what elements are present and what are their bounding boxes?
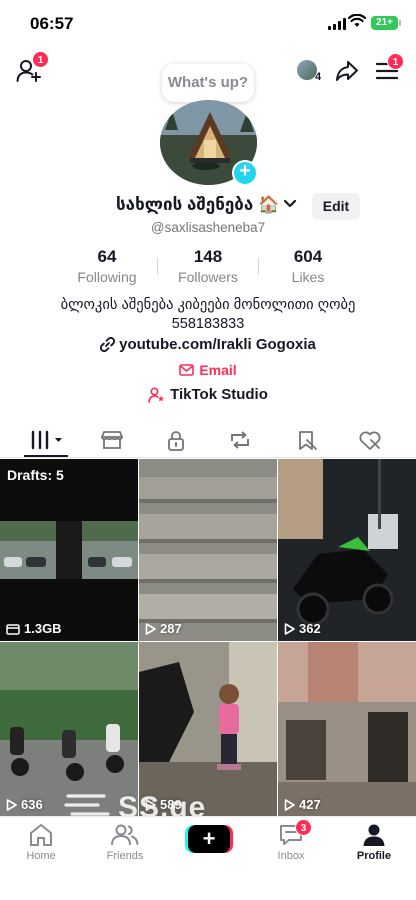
- profile-link[interactable]: youtube.com/Irakli Gogoxia: [0, 336, 416, 353]
- profile-link-text: youtube.com/Irakli Gogoxia: [119, 336, 316, 353]
- envelope-icon: [179, 364, 195, 376]
- followers-label: Followers: [178, 269, 238, 285]
- share-icon: [336, 61, 358, 81]
- play-icon: [284, 798, 295, 811]
- followers-stat[interactable]: 148 Followers: [158, 247, 258, 285]
- tab-favorites[interactable]: [287, 426, 327, 454]
- followers-count: 148: [193, 247, 223, 266]
- tiktok-studio-button[interactable]: TikTok Studio: [0, 386, 416, 403]
- share-profile-button[interactable]: [333, 58, 361, 84]
- tab-private[interactable]: [156, 426, 196, 454]
- play-icon: [145, 622, 156, 635]
- view-count: 362: [299, 621, 321, 636]
- nav-profile[interactable]: Profile: [339, 823, 409, 862]
- chevron-down-icon[interactable]: [283, 199, 297, 209]
- tab-shop[interactable]: [92, 426, 132, 454]
- video-views: 427: [284, 797, 321, 812]
- status-time: 06:57: [30, 14, 74, 33]
- tab-liked[interactable]: [350, 426, 390, 454]
- mini-avatar-count: 4: [315, 71, 322, 83]
- drafts-thumbnail: [0, 521, 138, 579]
- nav-inbox-label: Inbox: [277, 850, 305, 862]
- following-label: Following: [77, 269, 137, 285]
- likes-count: 604: [293, 247, 323, 266]
- nav-profile-label: Profile: [356, 850, 392, 862]
- video-stat: 1.3GB: [6, 621, 62, 636]
- battery-icon: 21+: [371, 16, 398, 30]
- storage-icon: [6, 623, 20, 635]
- inbox-badge: 3: [295, 819, 312, 836]
- lock-icon: [168, 430, 184, 451]
- likes-label: Likes: [291, 269, 325, 285]
- nav-home-label: Home: [26, 850, 56, 862]
- video-tile[interactable]: 362: [278, 459, 416, 641]
- video-tile[interactable]: 287: [139, 459, 277, 641]
- studio-label: TikTok Studio: [170, 386, 268, 403]
- grid-videos-icon: [31, 430, 62, 450]
- heart-hidden-icon: [359, 431, 381, 450]
- tab-reposts[interactable]: [220, 426, 260, 454]
- view-count: 636: [21, 797, 43, 812]
- content-tabs: [0, 420, 416, 458]
- link-icon: [100, 337, 116, 352]
- wifi-icon: [348, 14, 366, 27]
- nav-friends[interactable]: Friends: [90, 823, 160, 862]
- bottom-navigation: Home Friends + Inbox 3 Profile: [0, 816, 416, 900]
- play-icon: [6, 798, 17, 811]
- add-avatar-story-button[interactable]: +: [232, 160, 258, 186]
- profile-name[interactable]: სახლის აშენება 🏠: [116, 195, 279, 215]
- view-count: 287: [160, 621, 182, 636]
- stat-divider: [157, 258, 158, 274]
- profile-bio: ბლოკის აშენება კიბეები მონოლითი ღობე 558…: [0, 296, 416, 334]
- drafts-label: Drafts: 5: [7, 467, 64, 483]
- email-button[interactable]: Email: [0, 362, 416, 378]
- video-thumbnail-motorcycles: [278, 459, 416, 641]
- play-icon: [284, 622, 295, 635]
- drafts-size: 1.3GB: [24, 621, 62, 636]
- following-count: 64: [97, 247, 117, 266]
- bio-phone: 558183833: [171, 316, 245, 332]
- menu-badge: 1: [387, 53, 404, 70]
- stat-divider: [258, 258, 259, 274]
- tab-underline: [24, 455, 68, 457]
- video-thumbnail-stairs: [139, 459, 277, 641]
- home-icon: [30, 824, 52, 846]
- video-views: 362: [284, 621, 321, 636]
- create-video-button[interactable]: +: [188, 825, 230, 853]
- studio-person-icon: [148, 386, 165, 403]
- video-tile[interactable]: 427: [278, 642, 416, 817]
- nav-inbox[interactable]: Inbox: [256, 823, 326, 862]
- signal-icon: [328, 18, 346, 30]
- bio-line: ბლოკის აშენება კიბეები მონოლითი ღობე: [60, 297, 356, 313]
- edit-profile-button[interactable]: Edit: [312, 193, 360, 220]
- profile-stats: 64 Following 148 Followers 604 Likes: [0, 245, 416, 285]
- email-label: Email: [199, 362, 237, 378]
- shop-icon: [101, 431, 123, 449]
- view-count: 427: [299, 797, 321, 812]
- tab-videos[interactable]: [26, 426, 66, 454]
- video-thumbnail-building: [278, 642, 416, 817]
- video-views: 287: [145, 621, 182, 636]
- drafts-tile[interactable]: Drafts: 5 1.3GB: [0, 459, 138, 641]
- profile-icon: [363, 824, 385, 846]
- repost-icon: [231, 431, 249, 449]
- likes-stat[interactable]: 604 Likes: [258, 247, 358, 285]
- status-bar: 06:57 21+: [0, 0, 416, 48]
- profile-handle: @saxlisasheneba7: [150, 220, 266, 235]
- bookmark-hidden-icon: [299, 430, 317, 450]
- friends-icon: [111, 824, 139, 845]
- nav-home[interactable]: Home: [6, 823, 76, 862]
- following-stat[interactable]: 64 Following: [57, 247, 157, 285]
- battery-tip: [399, 20, 401, 26]
- whats-up-bubble[interactable]: What's up?: [162, 64, 254, 102]
- add-friend-badge: 1: [32, 51, 49, 68]
- nav-friends-label: Friends: [106, 850, 144, 862]
- video-views: 636: [6, 797, 43, 812]
